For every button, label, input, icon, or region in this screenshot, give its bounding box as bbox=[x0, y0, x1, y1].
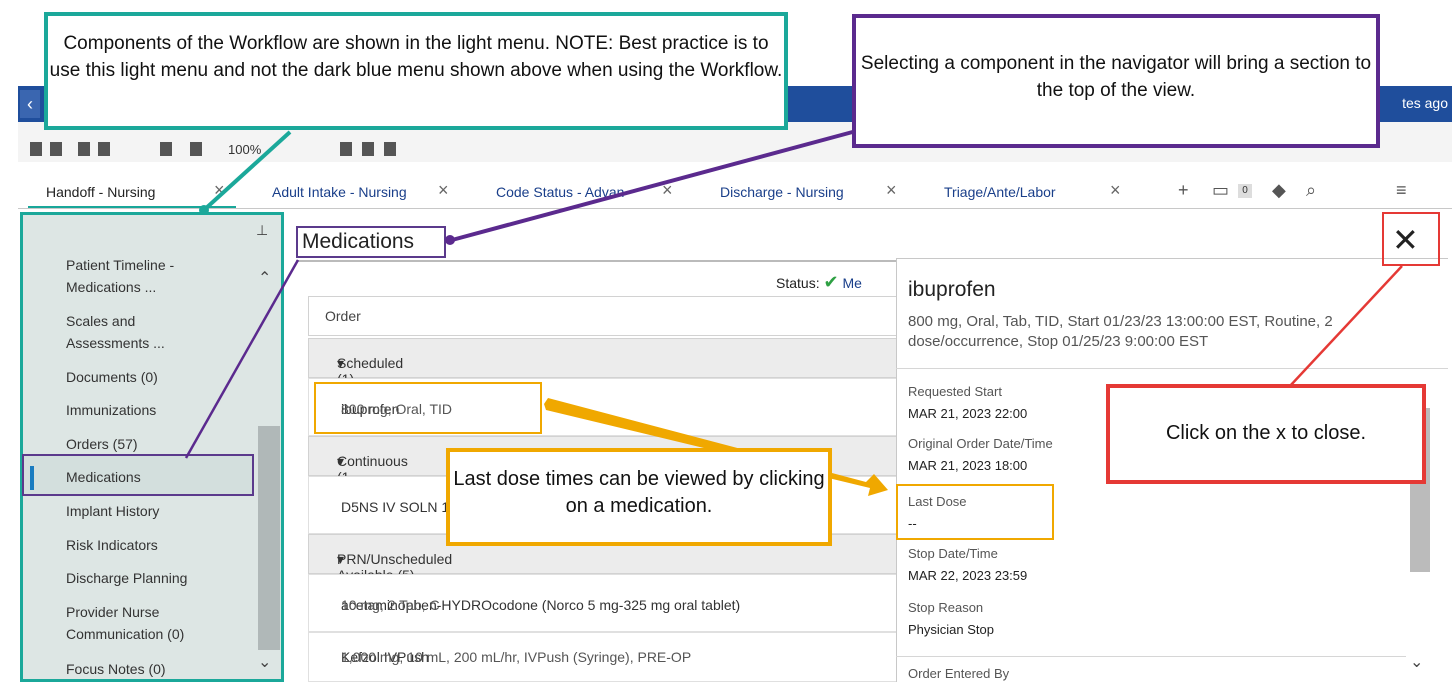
navigator-scrollbar[interactable] bbox=[258, 426, 280, 650]
zoom-in-icon[interactable] bbox=[160, 142, 172, 156]
detail-panel-header bbox=[896, 212, 1448, 259]
close-tab-icon[interactable]: × bbox=[1110, 176, 1121, 204]
tab-discharge-nursing[interactable]: Discharge - Nursing bbox=[720, 178, 844, 206]
checkmark-icon: ✔ bbox=[823, 272, 839, 292]
section-title: Medications bbox=[296, 226, 446, 258]
field-value-stop-reason: Physician Stop bbox=[908, 622, 994, 637]
close-tab-icon[interactable]: × bbox=[886, 176, 897, 204]
menu-icon[interactable]: ≡ bbox=[1396, 176, 1407, 204]
last-dose-highlight bbox=[896, 484, 1054, 540]
close-tab-icon[interactable]: × bbox=[214, 176, 225, 204]
nav-item-provider-nurse[interactable]: Communication (0) bbox=[66, 623, 184, 645]
nav-item-focus-notes[interactable]: Focus Notes (0) bbox=[66, 658, 166, 680]
scroll-down-icon[interactable]: ⌄ bbox=[258, 652, 271, 672]
nav-item-discharge-planning[interactable]: Discharge Planning bbox=[66, 567, 187, 589]
close-tab-icon[interactable]: × bbox=[438, 176, 449, 204]
callout-last-dose: Last dose times can be viewed by clickin… bbox=[446, 448, 832, 546]
forward-page-icon[interactable] bbox=[98, 142, 110, 156]
column-header-order: Order bbox=[325, 308, 361, 324]
nav-item-scales[interactable]: Scales and bbox=[66, 310, 135, 332]
circle-icon[interactable] bbox=[362, 142, 374, 156]
selected-indicator bbox=[30, 466, 34, 490]
field-value-stop-date: MAR 22, 2023 23:59 bbox=[908, 568, 1028, 583]
purple-connector-dot bbox=[445, 235, 455, 245]
detail-med-name: ibuprofen bbox=[908, 278, 996, 301]
field-value-original-order: MAR 21, 2023 18:00 bbox=[908, 458, 1028, 473]
group-scheduled[interactable]: ▾ Scheduled (1) bbox=[308, 338, 898, 387]
order-detail: 10 mg, 2 Tab, C bbox=[341, 597, 440, 613]
status-label: Status: bbox=[776, 275, 820, 291]
nav-item-orders[interactable]: Orders (57) bbox=[66, 433, 138, 455]
nav-item-patient-timeline[interactable]: Patient Timeline - bbox=[66, 254, 174, 276]
back-page-icon[interactable] bbox=[78, 142, 90, 156]
nav-item-patient-timeline[interactable]: Medications ... bbox=[66, 276, 156, 298]
field-label-entered-by: Order Entered By bbox=[908, 666, 1010, 681]
search-icon[interactable]: ⌕ bbox=[1306, 176, 1316, 204]
nav-item-provider-nurse[interactable]: Provider Nurse bbox=[66, 601, 159, 623]
home-icon[interactable] bbox=[384, 142, 396, 156]
nav-item-medications[interactable]: Medications bbox=[66, 466, 141, 488]
circle-icon[interactable] bbox=[340, 142, 352, 156]
close-highlight bbox=[1382, 212, 1440, 266]
inbox-icon[interactable]: ▭ bbox=[1212, 176, 1229, 204]
nav-item-risk-indicators[interactable]: Risk Indicators bbox=[66, 534, 158, 556]
callout-navigator-selection: Selecting a component in the navigator w… bbox=[852, 14, 1380, 148]
inbox-count-badge: 0 bbox=[1238, 184, 1252, 198]
nav-item-documents[interactable]: Documents (0) bbox=[66, 366, 158, 388]
order-row-kefzol[interactable]: Kefzol IVPush 1,000 mg, 10 mL, 200 mL/hr… bbox=[308, 632, 898, 682]
detail-divider bbox=[896, 368, 1448, 369]
order-column-header[interactable]: Order bbox=[308, 296, 898, 336]
last-updated-text: tes ago bbox=[1402, 95, 1448, 111]
back-arrow-icon[interactable]: ‹ bbox=[20, 90, 40, 118]
scroll-up-icon[interactable]: ⌃ bbox=[258, 268, 271, 288]
field-label-stop-reason: Stop Reason bbox=[908, 600, 984, 615]
callout-close: Click on the x to close. bbox=[1106, 384, 1426, 484]
pin-icon[interactable]: ⊥ bbox=[256, 222, 268, 239]
field-label-original-order: Original Order Date/Time bbox=[908, 436, 1053, 451]
nav-item-implant-history[interactable]: Implant History bbox=[66, 500, 159, 522]
close-tab-icon[interactable]: × bbox=[662, 176, 673, 204]
order-row-norco[interactable]: acetaminophen-HYDROcodone (Norco 5 mg-32… bbox=[308, 574, 898, 632]
status-indicator: Status: ✔ Me bbox=[776, 272, 862, 293]
zoom-out-icon[interactable] bbox=[190, 142, 202, 156]
section-divider bbox=[296, 260, 896, 262]
callout-navigator-tip: Components of the Workflow are shown in … bbox=[44, 12, 788, 130]
status-value[interactable]: Me bbox=[842, 275, 861, 291]
tab-adult-intake-nursing[interactable]: Adult Intake - Nursing bbox=[272, 178, 407, 206]
zoom-level[interactable]: 100% bbox=[228, 142, 261, 157]
detail-divider bbox=[896, 656, 1406, 657]
print-icon[interactable] bbox=[50, 142, 62, 156]
detail-med-sig: 800 mg, Oral, Tab, TID, Start 01/23/23 1… bbox=[908, 313, 1333, 350]
field-value-requested-start: MAR 21, 2023 22:00 bbox=[908, 406, 1028, 421]
binoculars-icon[interactable] bbox=[30, 142, 42, 156]
scroll-down-icon[interactable]: ⌄ bbox=[1410, 652, 1423, 672]
add-tab-icon[interactable]: + bbox=[1178, 176, 1189, 204]
field-label-requested-start: Requested Start bbox=[908, 384, 1002, 399]
tab-handoff-nursing[interactable]: Handoff - Nursing bbox=[46, 178, 155, 206]
tab-triage-ante-labor[interactable]: Triage/Ante/Labor bbox=[944, 178, 1056, 206]
nav-item-immunizations[interactable]: Immunizations bbox=[66, 399, 156, 421]
order-detail: 1,000 mg, 10 mL, 200 mL/hr, IVPush (Syri… bbox=[341, 649, 692, 665]
ibuprofen-highlight bbox=[314, 382, 542, 434]
order-name: D5NS IV SOLN 1 bbox=[341, 499, 450, 515]
nav-item-scales[interactable]: Assessments ... bbox=[66, 332, 165, 354]
tab-code-status[interactable]: Code Status - Advan bbox=[496, 178, 624, 206]
field-label-stop-date: Stop Date/Time bbox=[908, 546, 998, 561]
active-tab-indicator bbox=[28, 206, 236, 208]
tag-icon[interactable]: ◆ bbox=[1272, 176, 1286, 204]
